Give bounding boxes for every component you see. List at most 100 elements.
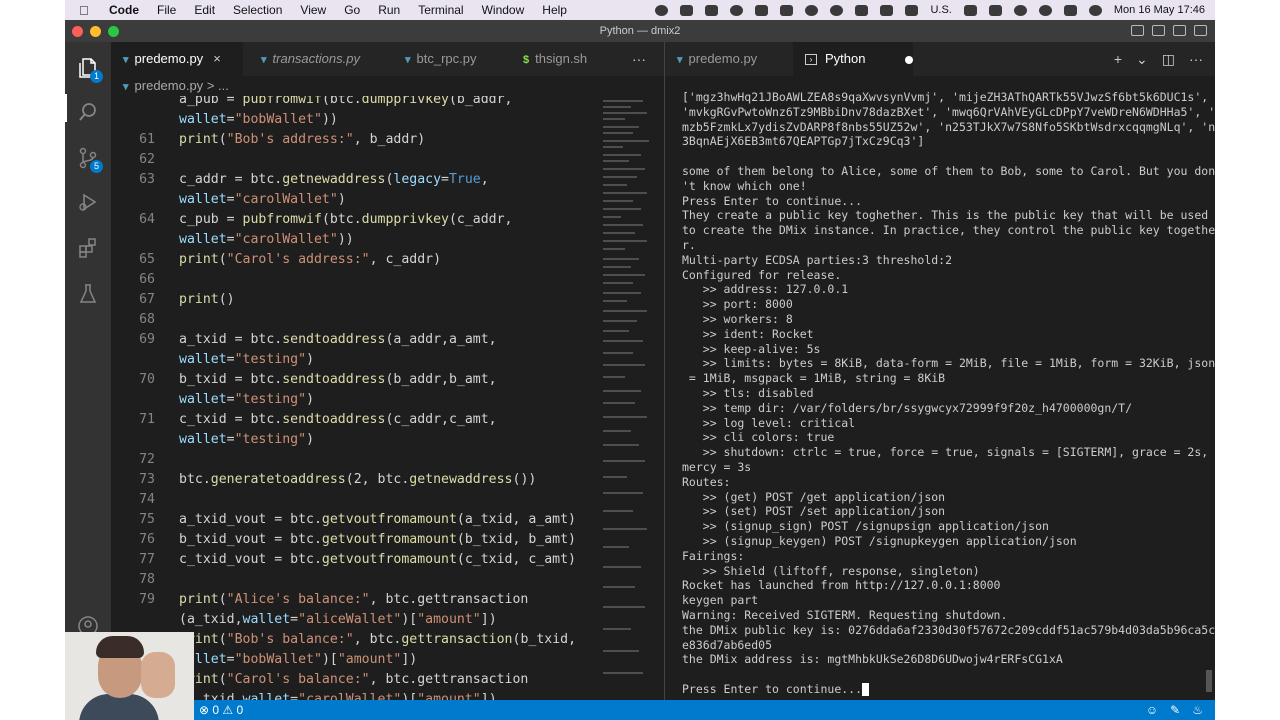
code-text[interactable]: wallet="carolWallet")) [179,230,354,250]
menu-app[interactable]: Code [109,3,139,17]
source-control-icon[interactable]: 5 [76,146,103,173]
code-line[interactable]: 72 [111,450,599,470]
code-line[interactable]: wallet="testing") [111,430,599,450]
code-text[interactable]: a_txid = btc.sendtoaddress(a_addr,a_amt, [179,330,497,350]
toggle-sidebar-icon[interactable] [1131,25,1144,36]
code-line[interactable]: 69 a_txid = btc.sendtoaddress(a_addr,a_am… [111,330,599,350]
problems-indicator[interactable]: ⊗ 0 ⚠ 0 [199,700,243,720]
code-text[interactable]: c_pub = pubfromwif(btc.dumpprivkey(c_add… [179,210,513,230]
minimap[interactable] [599,96,664,700]
tab-predemo[interactable]: ▾ predemo.py × [111,42,243,76]
code-line[interactable]: 79 print("Alice's balance:", btc.gettrans… [111,590,599,610]
apple-icon[interactable]:  [79,3,95,18]
code-line[interactable]: a_pub = pubfromwif(btc.dumpprivkey(b_add… [111,96,599,110]
toggle-secondary-sidebar-icon[interactable] [1173,25,1186,36]
menu-view[interactable]: View [300,3,326,17]
tab-transactions[interactable]: ▾ transactions.py [249,42,389,76]
split-editor-icon[interactable]: ◫ [1162,42,1175,76]
customize-layout-icon[interactable] [1194,25,1207,36]
menu-selection[interactable]: Selection [233,3,282,17]
code-text[interactable]: wallet="testing") [179,430,314,450]
code-text[interactable]: print("Alice's balance:", btc.gettransac… [179,590,528,610]
terminal-scrollbar[interactable] [1206,670,1212,692]
tab-btc-rpc[interactable]: ▾ btc_rpc.py [393,42,505,76]
tab-python-terminal[interactable]: › Python [793,42,914,76]
run-debug-icon[interactable] [76,190,100,214]
menu-terminal[interactable]: Terminal [418,3,463,17]
code-text[interactable]: (a_txid,wallet="aliceWallet")["amount"]) [179,610,497,630]
code-line[interactable]: 64 c_pub = pubfromwif(btc.dumpprivkey(c_a… [111,210,599,230]
code-text[interactable]: wallet="testing") [179,350,314,370]
code-line[interactable]: 77 c_txid_vout = btc.getvoutfromamount(c_… [111,550,599,570]
code-line[interactable]: 76 b_txid_vout = btc.getvoutfromamount(b_… [111,530,599,550]
code-text[interactable]: print("Bob's balance:", btc.gettransacti… [179,630,576,650]
tab-predemo-right[interactable]: ▾ predemo.py [665,42,793,76]
code-text[interactable]: c_txid = btc.sendtoaddress(c_addr,c_amt, [179,410,497,430]
accounts-icon[interactable]: ☺ [1146,700,1158,720]
spotlight-icon[interactable] [1038,4,1052,16]
close-icon[interactable]: × [213,51,221,66]
code-line[interactable]: 65 print("Carol's address:", c_addr) [111,250,599,270]
menu-window[interactable]: Window [482,3,525,17]
status-app-icon[interactable] [855,4,869,16]
code-line[interactable]: wallet="carolWallet") [111,190,599,210]
menu-run[interactable]: Run [378,3,400,17]
code-line[interactable]: 63 c_addr = btc.getnewaddress(legacy=True… [111,170,599,190]
code-text[interactable]: b_txid = btc.sendtoaddress(b_addr,b_amt, [179,370,497,390]
code-text[interactable]: print("Carol's address:", c_addr) [179,250,441,270]
code-line[interactable]: (a_txid,wallet="aliceWallet")["amount"]) [111,610,599,630]
menu-help[interactable]: Help [542,3,567,17]
code-editor[interactable]: a_pub = pubfromwif(btc.dumpprivkey(b_add… [111,96,599,700]
menu-go[interactable]: Go [344,3,360,17]
code-text[interactable]: print("Carol's balance:", btc.gettransac… [179,670,528,690]
status-app-icon[interactable] [655,4,669,16]
input-source[interactable]: U.S. [930,4,951,16]
code-line[interactable]: wallet="testing") [111,350,599,370]
code-line[interactable]: 71 c_txid = btc.sendtoaddress(c_addr,c_am… [111,410,599,430]
code-line[interactable]: 74 [111,490,599,510]
volume-icon[interactable] [905,4,919,16]
status-app-icon[interactable] [805,4,819,16]
menubar-clock[interactable]: Mon 16 May 17:46 [1114,4,1205,16]
status-app-icon[interactable] [730,4,744,16]
explorer-icon[interactable]: 1 [76,56,103,83]
code-text[interactable]: c_addr = btc.getnewaddress(legacy=True, [179,170,489,190]
code-text[interactable]: a_txid_vout = btc.getvoutfromamount(a_tx… [179,510,576,530]
status-app-icon[interactable] [680,4,694,16]
search-icon[interactable] [76,100,100,124]
menu-edit[interactable]: Edit [194,3,215,17]
extensions-icon[interactable] [76,236,100,260]
code-text[interactable]: btc.generatetoaddress(2, btc.getnewaddre… [179,470,536,490]
code-line[interactable]: 73 btc.generatetoaddress(2, btc.getnewadd… [111,470,599,490]
code-text[interactable]: wallet="bobWallet")["amount"]) [179,650,417,670]
bluetooth-icon[interactable] [963,4,977,16]
breadcrumb-file[interactable]: predemo.py [135,78,204,93]
code-text[interactable]: wallet="bobWallet")) [179,110,338,130]
play-icon[interactable] [830,4,844,16]
code-line[interactable]: 70 b_txid = btc.sendtoaddress(b_addr,b_am… [111,370,599,390]
code-text[interactable]: (c_txid,wallet="carolWallet")["amount"]) [179,690,497,700]
status-app-icon[interactable] [705,4,719,16]
tab-thsign[interactable]: $ thsign.sh [511,42,611,76]
battery-icon[interactable] [988,4,1002,16]
more-actions-icon[interactable]: ··· [632,42,646,76]
code-text[interactable]: c_txid_vout = btc.getvoutfromamount(c_tx… [179,550,576,570]
terminal-output[interactable]: ['mgz3hwHq21JBoAWLZEA8s9qaXwvsynVvmj', '… [665,76,1215,700]
code-text[interactable]: print() [179,290,235,310]
code-line[interactable]: 67 print() [111,290,599,310]
code-line[interactable]: 78 [111,570,599,590]
code-line[interactable]: 75 a_txid_vout = btc.getvoutfromamount(a_… [111,510,599,530]
status-app-icon[interactable] [755,4,769,16]
breadcrumb-symbol[interactable]: ... [218,78,229,93]
code-line[interactable]: 66 [111,270,599,290]
code-text[interactable]: wallet="carolWallet") [179,190,346,210]
status-app-icon[interactable] [780,4,794,16]
feedback-icon[interactable]: ✎ [1170,700,1180,720]
status-app-icon[interactable] [880,4,894,16]
code-line[interactable]: 68 [111,310,599,330]
code-text[interactable]: b_txid_vout = btc.getvoutfromamount(b_tx… [179,530,576,550]
notifications-icon[interactable]: ♨ [1192,700,1203,720]
dropdown-icon[interactable]: ⌄ [1136,42,1148,76]
more-actions-icon[interactable]: ··· [1189,42,1203,76]
menu-file[interactable]: File [157,3,176,17]
